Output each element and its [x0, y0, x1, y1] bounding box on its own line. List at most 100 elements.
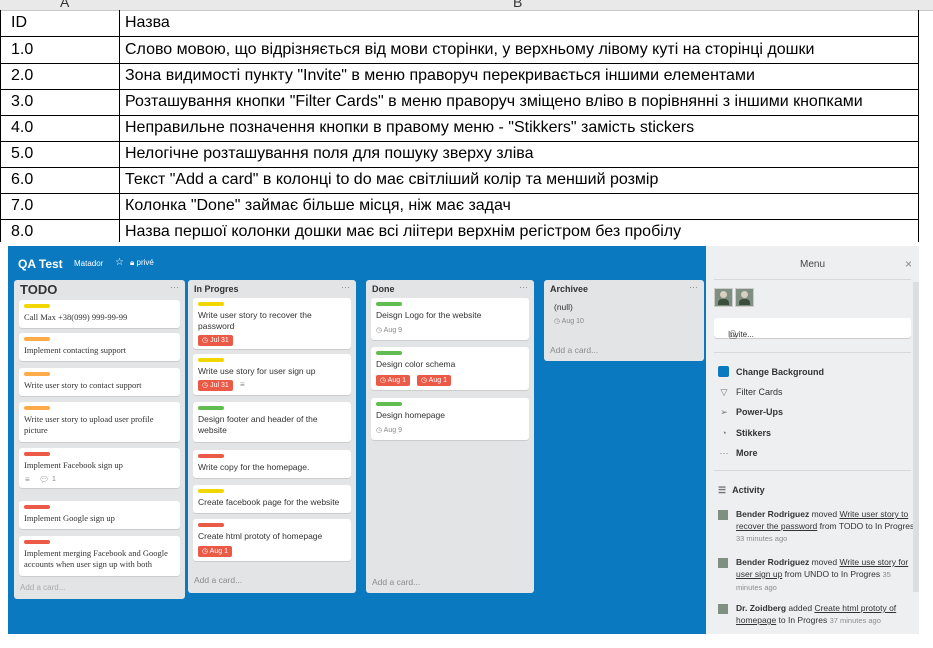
list-title[interactable]: TODO — [20, 282, 57, 297]
list-archivee[interactable]: Archivee ··· (null) ◷ Aug 10 Add a card..… — [544, 280, 704, 361]
card-label — [376, 302, 402, 306]
cell-name[interactable]: Слово мовою, що відрізняється від мови с… — [125, 41, 814, 59]
avatar[interactable] — [735, 288, 754, 307]
cell-name[interactable]: Зона видимості пункту "Invite" в меню пр… — [125, 67, 755, 85]
due-date-text: Aug 9 — [383, 427, 402, 434]
cell-name[interactable]: Назва — [125, 14, 170, 32]
cell-name[interactable]: Розташування кнопки "Filter Cards" в мен… — [125, 93, 863, 111]
card[interactable]: Implement Facebook sign up ≡ 💬︎ 1 — [19, 448, 180, 488]
list-menu-icon[interactable]: ··· — [170, 282, 179, 292]
table-row[interactable]: 2.0 Зона видимості пункту "Invite" в меню… — [0, 63, 919, 90]
close-icon[interactable]: × — [905, 257, 912, 271]
list-todo[interactable]: TODO ··· Call Max +38(099) 999-99-99 Imp… — [14, 280, 185, 599]
card[interactable]: Create facebook page for the website — [193, 485, 351, 513]
list-title[interactable]: Done — [372, 284, 395, 294]
card[interactable]: Write copy for the homepage. — [193, 450, 351, 478]
add-card-link[interactable]: Add a card... — [20, 583, 65, 592]
cell-name[interactable]: Текст "Add a card" в колонці to do має с… — [125, 171, 658, 189]
avatar[interactable] — [714, 288, 733, 307]
menu-item-stikkers[interactable]: ◔ Stikkers — [718, 428, 771, 438]
table-row[interactable]: 3.0 Розташування кнопки "Filter Cards" в … — [0, 89, 919, 116]
table-row[interactable]: 1.0 Слово мовою, що відрізняється від мов… — [0, 37, 919, 64]
table-row[interactable]: 6.0 Текст "Add a card" в колонці to do ма… — [0, 167, 919, 194]
board-title[interactable]: QA Test — [18, 257, 63, 271]
card-title: Write user story to contact support — [24, 380, 142, 390]
card[interactable]: Design footer and header of the website — [193, 402, 351, 442]
card[interactable]: Create html prototy of homepage ◷ Aug 1 — [193, 519, 351, 561]
cell-id[interactable]: 3.0 — [11, 93, 33, 111]
cell-name[interactable]: Неправильне позначення кнопки в правому … — [125, 119, 694, 137]
card[interactable]: Call Max +38(099) 999-99-99 — [19, 300, 180, 328]
card-label — [24, 452, 50, 456]
card[interactable]: Write user story to upload user profile … — [19, 402, 180, 442]
column-header-a[interactable]: A — [60, 0, 69, 10]
card-title: Implement contacting support — [24, 345, 126, 355]
due-date-badge: ◷ Aug 10 — [554, 318, 584, 325]
avatar[interactable] — [718, 510, 728, 520]
card-label — [24, 372, 50, 376]
card[interactable]: Deisgn Logo for the website ◷ Aug 9 — [371, 298, 529, 340]
list-menu-icon[interactable]: ··· — [341, 282, 350, 292]
table-row[interactable]: 7.0 Колонка "Done" займає більше місця, н… — [0, 193, 919, 220]
card[interactable]: Write user story to recover the password… — [193, 298, 351, 349]
list-done[interactable]: Done ··· Deisgn Logo for the website ◷ Au… — [366, 280, 534, 593]
cell-id[interactable]: 1.0 — [11, 41, 33, 59]
card-title: Implement Facebook sign up — [24, 460, 123, 470]
cell-id[interactable]: 7.0 — [11, 197, 33, 215]
add-card-link[interactable]: Add a card... — [372, 577, 420, 587]
card-title: Design homepage — [376, 410, 445, 420]
cell-name[interactable]: Нелогічне розташування поля для пошуку з… — [125, 145, 534, 163]
avatar[interactable] — [718, 558, 728, 568]
card[interactable]: Implement contacting support — [19, 333, 180, 361]
cell-id[interactable]: ID — [11, 14, 27, 32]
activity-user[interactable]: Bender Rodriguez — [736, 509, 809, 519]
team-name[interactable]: Matador — [74, 259, 103, 268]
list-title[interactable]: Archivee — [550, 284, 588, 294]
card[interactable]: Design homepage ◷ Aug 9 — [371, 398, 529, 440]
card-title: Design footer and header of the website — [198, 414, 318, 435]
list-menu-icon[interactable]: ··· — [689, 282, 698, 292]
card-label — [24, 540, 50, 544]
scrollbar[interactable] — [913, 282, 919, 592]
card[interactable]: Write use story for user sign up ◷ Jul 31… — [193, 354, 351, 395]
table-row[interactable]: ID Назва — [0, 10, 919, 37]
menu-item-label: Change Background — [736, 367, 825, 377]
cell-id[interactable]: 4.0 — [11, 119, 33, 137]
menu-item-power-ups[interactable]: ➢ Power-Ups — [718, 407, 783, 418]
list-title[interactable]: In Progres — [194, 284, 239, 294]
card[interactable]: Implement Google sign up — [19, 501, 180, 529]
menu-item-more[interactable]: ··· More — [718, 448, 758, 458]
card[interactable]: Design color schema ◷ Aug 1 ◷ Aug 1 — [371, 347, 529, 390]
card[interactable]: (null) ◷ Aug 10 — [549, 298, 699, 334]
table-row[interactable]: 5.0 Нелогічне розташування поля для пошук… — [0, 141, 919, 168]
menu-item-change-background[interactable]: Change Background — [718, 366, 824, 377]
card[interactable]: Implement merging Facebook and Google ac… — [19, 536, 180, 576]
privacy-text: privé — [136, 258, 154, 267]
list-in-progres[interactable]: In Progres ··· Write user story to recov… — [188, 280, 356, 593]
cell-id[interactable]: 2.0 — [11, 67, 33, 85]
table-row[interactable]: 8.0 Назва першої колонки дошки має всі лі… — [0, 219, 919, 245]
card-label — [198, 523, 224, 527]
avatar[interactable] — [718, 604, 728, 614]
cell-name[interactable]: Назва першої колонки дошки має всі лііте… — [125, 223, 681, 241]
cell-id[interactable]: 6.0 — [11, 171, 33, 189]
sticker-icon: ◔ — [721, 428, 727, 438]
cell-id[interactable]: 8.0 — [11, 223, 33, 241]
activity-user[interactable]: Dr. Zoidberg — [736, 603, 786, 613]
menu-item-label: More — [736, 448, 758, 458]
color-swatch-icon — [718, 366, 729, 377]
card[interactable]: Write user story to contact support — [19, 368, 180, 396]
star-icon[interactable]: ☆ — [115, 257, 124, 268]
privacy-label[interactable]: 🔒︎ privé — [130, 258, 154, 268]
due-date-text: Aug 10 — [561, 318, 584, 325]
table-row[interactable]: 4.0 Неправильне позначення кнопки в право… — [0, 115, 919, 142]
cell-id[interactable]: 5.0 — [11, 145, 33, 163]
add-card-link[interactable]: Add a card... — [550, 345, 598, 355]
cell-name[interactable]: Колонка "Done" займає більше місця, ніж … — [125, 197, 511, 215]
column-header-b[interactable]: B — [513, 0, 522, 10]
add-card-link[interactable]: Add a card... — [194, 575, 242, 585]
menu-item-filter-cards[interactable]: ▽ Filter Cards — [718, 387, 783, 398]
activity-user[interactable]: Bender Rodriguez — [736, 557, 809, 567]
invite-button[interactable]: 👤︎ Invite... — [714, 318, 911, 339]
list-menu-icon[interactable]: ··· — [519, 282, 528, 292]
